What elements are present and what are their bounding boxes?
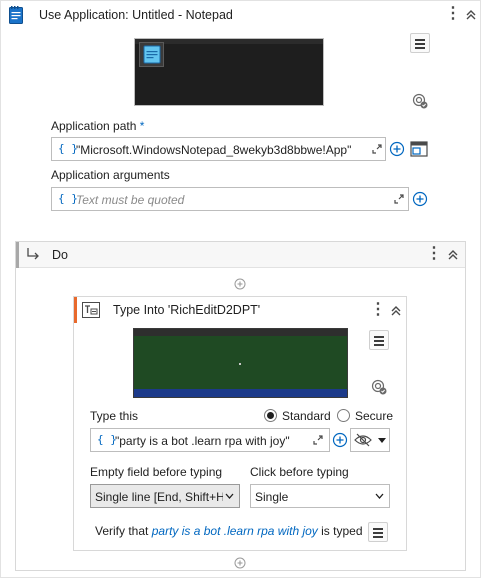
do-arrow-icon: [27, 248, 39, 260]
click-before-label: Click before typing: [250, 465, 349, 479]
expression-icon: { }: [58, 192, 78, 205]
type-this-value: "party is a bot .learn rpa with joy": [115, 434, 290, 448]
visibility-toggle[interactable]: [350, 428, 390, 452]
dropdown-caret-icon: [378, 438, 386, 443]
application-screenshot: [134, 38, 324, 106]
notepad-app-icon: [9, 6, 23, 24]
click-before-value: Single: [255, 490, 289, 504]
type-into-icon: [82, 302, 100, 318]
chevron-down-icon: [375, 493, 384, 499]
expression-icon: { }: [97, 433, 117, 446]
expand-editor-icon[interactable]: [313, 435, 323, 445]
collapse-icon[interactable]: [464, 8, 478, 22]
expand-editor-icon[interactable]: [372, 144, 382, 154]
activity-accent-bar: [74, 297, 77, 323]
expand-editor-icon[interactable]: [394, 194, 404, 204]
screenshot-menu-button[interactable]: [410, 33, 430, 53]
application-arguments-label: Application arguments: [51, 168, 170, 182]
verify-suffix: is typed: [321, 524, 363, 538]
empty-field-label: Empty field before typing: [90, 465, 223, 479]
more-options-icon[interactable]: ⋮: [426, 245, 442, 263]
standard-radio-label: Standard: [282, 409, 331, 423]
target-element-screenshot: [133, 328, 348, 398]
application-path-label: Application path *: [51, 119, 145, 133]
verify-menu-button[interactable]: [368, 522, 388, 542]
activity-title: Use Application: Untitled - Notepad: [39, 8, 233, 22]
type-into-title: Type Into 'RichEditD2DPT': [113, 303, 261, 317]
do-header[interactable]: Do ⋮: [16, 242, 465, 268]
verify-prefix: Verify that: [95, 524, 149, 538]
application-path-value: "Microsoft.WindowsNotepad_8wekyb3d8bbwe!…: [76, 143, 352, 157]
do-left-bar: [16, 242, 19, 268]
chevron-down-icon: [225, 493, 234, 499]
collapse-icon[interactable]: [389, 304, 403, 318]
type-this-field[interactable]: { } "party is a bot .learn rpa with joy": [90, 428, 330, 452]
add-variable-icon[interactable]: [332, 432, 348, 448]
collapse-icon[interactable]: [446, 248, 460, 262]
standard-radio[interactable]: [264, 409, 277, 422]
verify-statement: Verify that party is a bot .learn rpa wi…: [95, 524, 363, 538]
empty-field-value: Single line [End, Shift+H: [95, 490, 225, 504]
more-options-icon[interactable]: ⋮: [445, 5, 461, 23]
application-path-field[interactable]: { } "Microsoft.WindowsNotepad_8wekyb3d8b…: [51, 137, 386, 161]
use-application-header[interactable]: Use Application: Untitled - Notepad ⋮: [1, 1, 481, 29]
browse-application-icon[interactable]: [410, 140, 428, 158]
add-variable-icon[interactable]: [412, 191, 428, 207]
screenshot-menu-button[interactable]: [369, 330, 389, 350]
type-this-label: Type this: [90, 409, 139, 423]
more-options-icon[interactable]: ⋮: [370, 301, 386, 319]
application-arguments-field[interactable]: { } Text must be quoted: [51, 187, 409, 211]
add-activity-icon[interactable]: [234, 278, 246, 290]
do-title: Do: [52, 248, 68, 262]
secure-radio-label: Secure: [355, 409, 394, 423]
expression-icon: { }: [58, 142, 78, 155]
arguments-placeholder: Text must be quoted: [76, 193, 185, 207]
hidden-eye-icon: [354, 433, 372, 447]
target-indicate-icon[interactable]: [371, 379, 387, 395]
target-indicate-icon[interactable]: [412, 93, 428, 109]
notepad-thumb-icon: [143, 45, 161, 64]
verify-expression-link[interactable]: party is a bot .learn rpa with joy: [152, 524, 318, 538]
empty-field-select[interactable]: Single line [End, Shift+H: [90, 484, 240, 508]
click-before-select[interactable]: Single: [250, 484, 390, 508]
add-activity-icon[interactable]: [234, 557, 246, 569]
add-variable-icon[interactable]: [389, 141, 405, 157]
secure-radio[interactable]: [337, 409, 350, 422]
